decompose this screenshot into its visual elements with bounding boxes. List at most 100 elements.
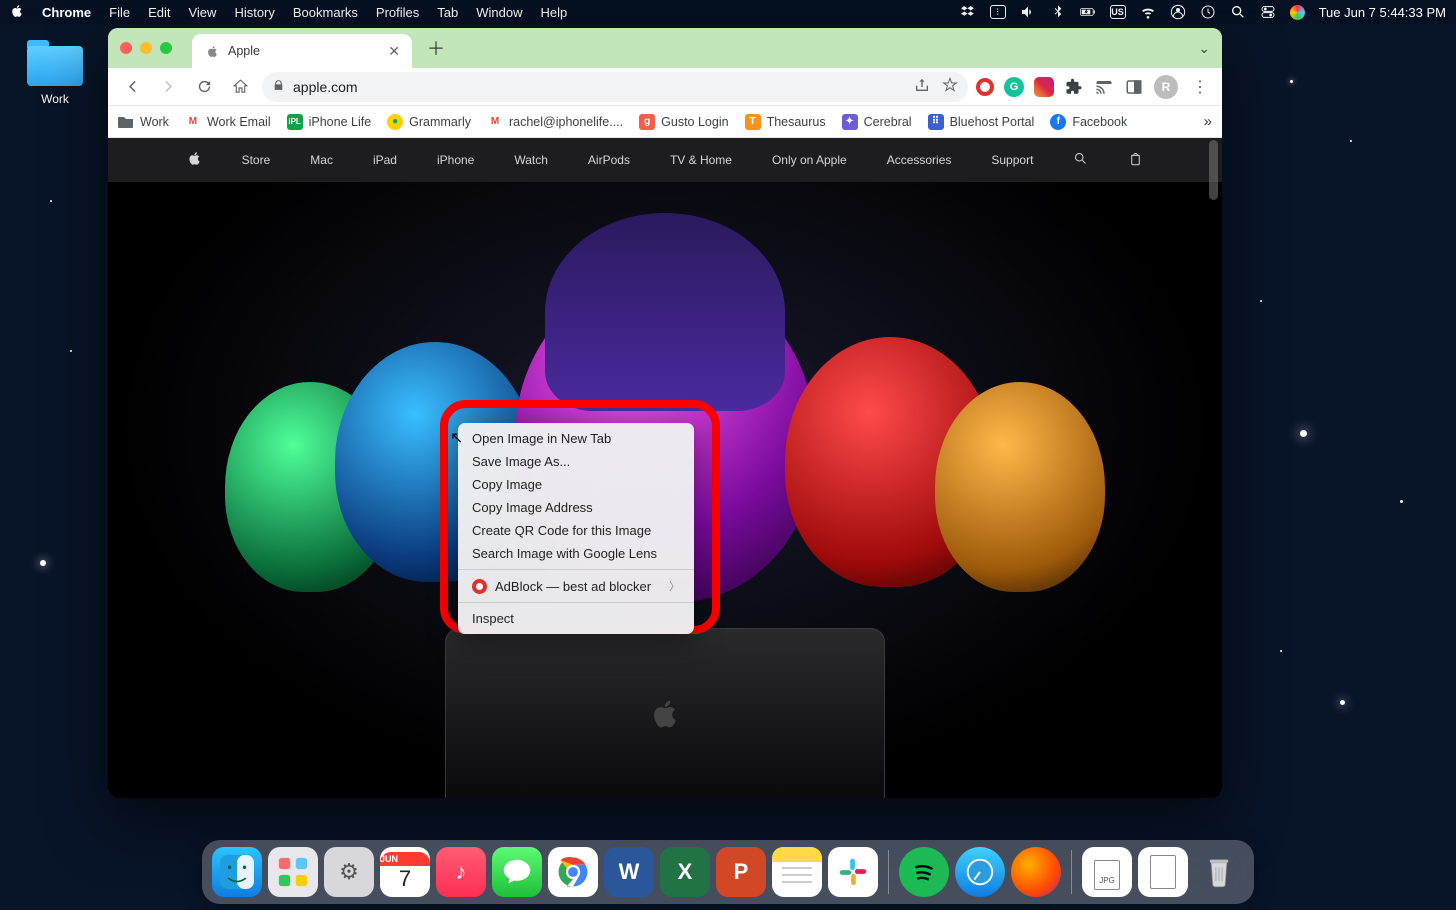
menubar-bookmarks[interactable]: Bookmarks	[293, 5, 358, 20]
bookmark-grammarly[interactable]: ●Grammarly	[387, 114, 471, 130]
menubar-edit[interactable]: Edit	[148, 5, 170, 20]
address-bar[interactable]: apple.com	[262, 72, 968, 102]
bookmark-work[interactable]: Work	[118, 114, 169, 130]
device-icon[interactable]: ⫶	[990, 5, 1006, 19]
apple-logo-icon[interactable]	[187, 151, 202, 169]
menubar-history[interactable]: History	[234, 5, 274, 20]
ctx-create-qr-code[interactable]: Create QR Code for this Image	[458, 519, 694, 542]
nav-mac[interactable]: Mac	[310, 153, 333, 167]
bookmarks-overflow-button[interactable]: »	[1204, 113, 1212, 130]
dock-firefox[interactable]	[1011, 847, 1061, 897]
ctx-save-image-as[interactable]: Save Image As...	[458, 450, 694, 473]
dock-trash[interactable]	[1194, 847, 1244, 897]
wifi-icon[interactable]	[1140, 4, 1156, 20]
bluetooth-icon[interactable]	[1050, 4, 1066, 20]
menubar-window[interactable]: Window	[476, 5, 522, 20]
spotlight-icon[interactable]	[1230, 4, 1246, 20]
extensions-puzzle-icon[interactable]	[1064, 77, 1084, 97]
window-close-button[interactable]	[120, 42, 132, 54]
back-button[interactable]	[118, 73, 146, 101]
tab-search-button[interactable]: ⌄	[1198, 40, 1210, 57]
bag-icon[interactable]	[1128, 151, 1143, 169]
dock-music[interactable]: ♪	[436, 847, 486, 897]
dock-download-jpg[interactable]: JPG	[1082, 847, 1132, 897]
nav-accessories[interactable]: Accessories	[887, 153, 952, 167]
bookmark-cerebral[interactable]: ✦Cerebral	[842, 114, 912, 130]
lock-icon	[272, 79, 285, 95]
menubar-tab[interactable]: Tab	[437, 5, 458, 20]
nav-iphone[interactable]: iPhone	[437, 153, 474, 167]
nav-ipad[interactable]: iPad	[373, 153, 397, 167]
window-minimize-button[interactable]	[140, 42, 152, 54]
share-icon[interactable]	[914, 77, 930, 96]
clock-icon[interactable]	[1200, 4, 1216, 20]
browser-tab-apple[interactable]: Apple ✕	[192, 34, 412, 68]
reload-button[interactable]	[190, 73, 218, 101]
apple-menu-icon[interactable]	[10, 4, 24, 21]
ext-grammarly-icon[interactable]: G	[1004, 77, 1024, 97]
ctx-inspect[interactable]: Inspect	[458, 607, 694, 630]
menubar-app-name[interactable]: Chrome	[42, 5, 91, 20]
dock-word[interactable]: W	[604, 847, 654, 897]
ext-adblock-icon[interactable]	[976, 78, 994, 96]
nav-airpods[interactable]: AirPods	[588, 153, 630, 167]
tab-close-button[interactable]: ✕	[388, 43, 400, 60]
bookmark-gusto[interactable]: gGusto Login	[639, 114, 728, 130]
dock-launchpad[interactable]	[268, 847, 318, 897]
ctx-copy-image[interactable]: Copy Image	[458, 473, 694, 496]
menubar-file[interactable]: File	[109, 5, 130, 20]
bookmark-bluehost[interactable]: ⠿Bluehost Portal	[928, 114, 1035, 130]
tab-favicon-apple-icon	[204, 43, 220, 59]
ctx-open-image-new-tab[interactable]: Open Image in New Tab	[458, 427, 694, 450]
menubar-profiles[interactable]: Profiles	[376, 5, 419, 20]
dock-powerpoint[interactable]: P	[716, 847, 766, 897]
nav-watch[interactable]: Watch	[514, 153, 548, 167]
input-source-icon[interactable]: US	[1110, 5, 1126, 19]
home-button[interactable]	[226, 73, 254, 101]
dock-finder[interactable]	[212, 847, 262, 897]
dock-chrome[interactable]	[548, 847, 598, 897]
side-panel-icon[interactable]	[1124, 77, 1144, 97]
dock-download-file[interactable]	[1138, 847, 1188, 897]
nav-tv-home[interactable]: TV & Home	[670, 153, 732, 167]
profile-avatar[interactable]: R	[1154, 75, 1178, 99]
search-icon[interactable]	[1073, 151, 1088, 169]
dock-system-settings[interactable]: ⚙	[324, 847, 374, 897]
bookmark-star-icon[interactable]	[942, 77, 958, 96]
new-tab-button[interactable]: ＋	[422, 34, 450, 62]
nav-support[interactable]: Support	[991, 153, 1033, 167]
menubar-help[interactable]: Help	[541, 5, 568, 20]
menubar-view[interactable]: View	[188, 5, 216, 20]
siri-icon[interactable]	[1290, 5, 1305, 20]
nav-only-on-apple[interactable]: Only on Apple	[772, 153, 847, 167]
chrome-menu-button[interactable]: ⋮	[1188, 77, 1212, 97]
nav-store[interactable]: Store	[242, 153, 271, 167]
dropbox-icon[interactable]	[960, 4, 976, 20]
bookmark-thesaurus[interactable]: TThesaurus	[745, 114, 826, 130]
dock-slack[interactable]	[828, 847, 878, 897]
ctx-copy-image-address[interactable]: Copy Image Address	[458, 496, 694, 519]
dock-calendar[interactable]: JUN7	[380, 847, 430, 897]
volume-icon[interactable]	[1020, 4, 1036, 20]
battery-icon[interactable]	[1080, 4, 1096, 20]
forward-button[interactable]	[154, 73, 182, 101]
user-icon[interactable]	[1170, 4, 1186, 20]
ctx-search-google-lens[interactable]: Search Image with Google Lens	[458, 542, 694, 565]
dock-excel[interactable]: X	[660, 847, 710, 897]
scrollbar[interactable]	[1209, 138, 1220, 798]
bookmark-iphone-life[interactable]: iPLiPhone Life	[287, 114, 372, 130]
window-zoom-button[interactable]	[160, 42, 172, 54]
ext-instagram-icon[interactable]	[1034, 77, 1054, 97]
cast-icon[interactable]	[1094, 77, 1114, 97]
dock-safari[interactable]	[955, 847, 1005, 897]
ctx-adblock[interactable]: AdBlock — best ad blocker 〉	[458, 574, 694, 598]
desktop-folder-work[interactable]: Work	[22, 40, 88, 106]
dock-spotify[interactable]	[899, 847, 949, 897]
menubar-datetime[interactable]: Tue Jun 7 5:44:33 PM	[1319, 5, 1446, 20]
dock-notes[interactable]	[772, 847, 822, 897]
bookmark-facebook[interactable]: fFacebook	[1050, 114, 1127, 130]
bookmark-rachel-email[interactable]: Mrachel@iphonelife....	[487, 114, 623, 130]
control-center-icon[interactable]	[1260, 4, 1276, 20]
bookmark-work-email[interactable]: MWork Email	[185, 114, 271, 130]
dock-messages[interactable]	[492, 847, 542, 897]
